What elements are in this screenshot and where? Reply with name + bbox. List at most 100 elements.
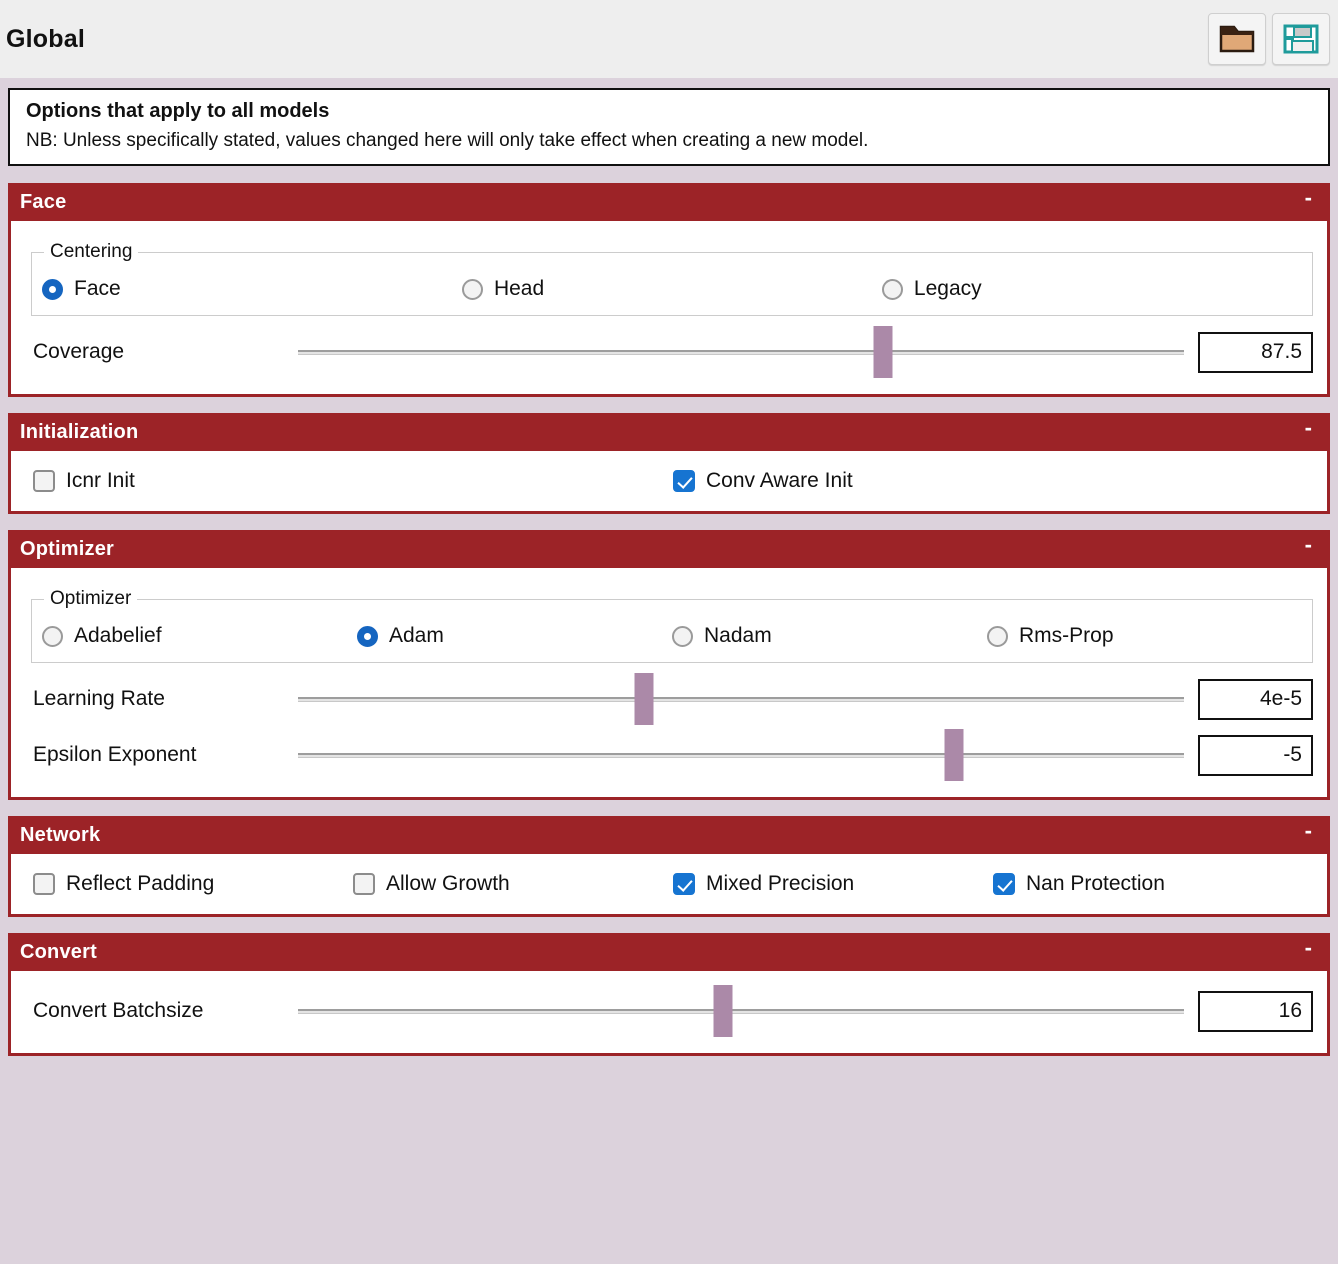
section-header-initialization[interactable]: Initialization - [8, 413, 1330, 451]
radio-rms-prop[interactable]: Rms-Prop [987, 624, 1302, 648]
section-initialization: Initialization - Icnr Init Conv Aware Init [8, 413, 1330, 514]
slider-row-convert-batchsize: Convert Batchsize 16 [25, 983, 1313, 1039]
checkbox-group: Reflect Padding Allow Growth Mixed Precisi… [25, 866, 1313, 900]
radio-label: Face [74, 277, 121, 300]
checkmark-icon[interactable] [673, 873, 695, 895]
section-body-convert: Convert Batchsize 16 [8, 971, 1330, 1056]
checkbox-label: Allow Growth [386, 872, 510, 895]
slider-handle[interactable] [873, 326, 893, 378]
radio-adabelief[interactable]: Adabelief [42, 624, 357, 648]
checkbox-label: Reflect Padding [66, 872, 215, 895]
radio-legacy[interactable]: Legacy [881, 277, 1302, 301]
radio-face[interactable]: Face [42, 277, 462, 301]
slider-convert-batchsize[interactable] [298, 983, 1184, 1039]
checkbox-conv-aware-init[interactable]: Conv Aware Init [673, 469, 1313, 493]
radio-label: Legacy [913, 277, 982, 300]
section-header-network[interactable]: Network - [8, 816, 1330, 854]
slider-value-input[interactable]: 16 [1198, 990, 1313, 1032]
checkbox-reflect-padding[interactable]: Reflect Padding [33, 872, 353, 896]
radio-button-icon[interactable] [672, 625, 693, 647]
radio-group: Adabelief Adam Nadam Rms-Prop [42, 616, 1302, 648]
checkbox-empty-icon[interactable] [353, 873, 375, 895]
radio-button-icon[interactable] [42, 625, 63, 647]
slider-row-epsilon-exponent: Epsilon Exponent -5 [25, 727, 1313, 783]
checkmark-icon[interactable] [993, 873, 1015, 895]
collapse-toggle-icon[interactable]: - [1301, 820, 1316, 844]
radio-label: Adam [389, 624, 444, 647]
checkbox-empty-icon[interactable] [33, 873, 55, 895]
titlebar-actions [1208, 13, 1330, 65]
radio-button-icon[interactable] [357, 625, 378, 647]
slider-value-input[interactable]: 4e-5 [1198, 678, 1313, 720]
checkbox-label: Nan Protection [1026, 872, 1165, 895]
section-title: Initialization [20, 420, 139, 443]
info-heading: Options that apply to all models [26, 100, 330, 122]
checkbox-allow-growth[interactable]: Allow Growth [353, 872, 673, 896]
section-title: Network [20, 823, 101, 846]
slider-value-input[interactable]: -5 [1198, 734, 1313, 776]
radio-button-icon[interactable] [461, 278, 483, 300]
section-body-face: Centering Face Head Legacy Coverage 87.5 [8, 221, 1330, 397]
radio-adam[interactable]: Adam [357, 624, 672, 648]
slider-epsilon-exponent[interactable] [298, 727, 1184, 783]
collapse-toggle-icon[interactable]: - [1301, 937, 1316, 961]
slider-coverage[interactable] [298, 324, 1184, 380]
group-legend: Optimizer [50, 588, 132, 609]
slider-handle[interactable] [944, 729, 964, 781]
info-note: NB: Unless specifically stated, values c… [26, 130, 869, 151]
section-header-face[interactable]: Face - [8, 183, 1330, 221]
checkmark-icon[interactable] [673, 470, 695, 492]
collapse-toggle-icon[interactable]: - [1301, 417, 1316, 441]
checkbox-label: Conv Aware Init [706, 469, 853, 492]
slider-handle[interactable] [713, 985, 733, 1037]
section-network: Network - Reflect Padding Allow Growth Mixed… [8, 816, 1330, 917]
slider-value-input[interactable]: 87.5 [1198, 331, 1313, 373]
page-title: Global [6, 24, 85, 53]
slider-track[interactable] [298, 350, 1184, 355]
group-centering: Centering Face Head Legacy [31, 241, 1313, 316]
section-header-convert[interactable]: Convert - [8, 933, 1330, 971]
settings-body: Options that apply to all models NB: Unl… [0, 78, 1338, 1056]
slider-learning-rate[interactable] [298, 671, 1184, 727]
section-convert: Convert - Convert Batchsize 16 [8, 933, 1330, 1056]
save-settings-button[interactable] [1272, 13, 1330, 65]
section-body-initialization: Icnr Init Conv Aware Init [8, 451, 1330, 514]
radio-label: Head [493, 277, 545, 300]
radio-head[interactable]: Head [461, 277, 882, 301]
slider-row-learning-rate: Learning Rate 4e-5 [25, 671, 1313, 727]
slider-label: Coverage [33, 340, 125, 363]
radio-label: Nadam [704, 624, 772, 647]
slider-row-coverage: Coverage 87.5 [25, 324, 1313, 380]
radio-nadam[interactable]: Nadam [672, 624, 987, 648]
load-settings-button[interactable] [1208, 13, 1266, 65]
checkbox-group: Icnr Init Conv Aware Init [25, 463, 1313, 497]
checkbox-nan-protection[interactable]: Nan Protection [993, 872, 1313, 896]
folder-icon [1219, 23, 1255, 55]
section-header-optimizer[interactable]: Optimizer - [8, 530, 1330, 568]
slider-handle[interactable] [634, 673, 654, 725]
radio-button-icon[interactable] [987, 625, 1008, 647]
collapse-toggle-icon[interactable]: - [1301, 534, 1316, 558]
slider-track[interactable] [298, 697, 1184, 702]
checkbox-mixed-precision[interactable]: Mixed Precision [673, 872, 993, 896]
section-body-network: Reflect Padding Allow Growth Mixed Precisi… [8, 854, 1330, 917]
group-legend: Centering [50, 241, 133, 262]
info-box: Options that apply to all models NB: Unl… [8, 88, 1330, 166]
slider-label: Learning Rate [33, 687, 165, 710]
radio-button-icon[interactable] [881, 278, 903, 300]
slider-track[interactable] [298, 753, 1184, 758]
section-optimizer: Optimizer - Optimizer Adabelief Adam Nadam Rms… [8, 530, 1330, 800]
radio-label: Rms-Prop [1019, 624, 1114, 647]
collapse-toggle-icon[interactable]: - [1301, 187, 1316, 211]
sections-container: Face - Centering Face Head Legacy Coverage 87.5… [8, 183, 1330, 1056]
group-optimizer: Optimizer Adabelief Adam Nadam Rms-Prop [31, 588, 1313, 663]
slider-track[interactable] [298, 1009, 1184, 1014]
checkbox-label: Icnr Init [66, 469, 135, 492]
radio-button-icon[interactable] [42, 278, 63, 300]
radio-group: Face Head Legacy [42, 269, 1302, 301]
checkbox-empty-icon[interactable] [33, 470, 55, 492]
checkbox-label: Mixed Precision [706, 872, 855, 895]
floppy-disk-icon [1283, 23, 1319, 55]
section-title: Face [20, 190, 67, 213]
checkbox-icnr-init[interactable]: Icnr Init [33, 469, 673, 493]
